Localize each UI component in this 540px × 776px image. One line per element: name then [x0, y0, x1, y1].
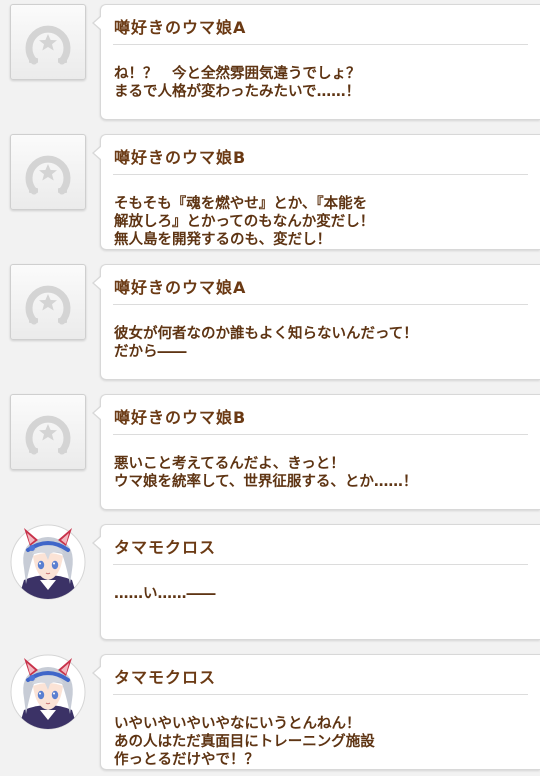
log-entry: タマモクロス ……い……―― [0, 520, 540, 640]
divider [113, 694, 528, 695]
divider [113, 304, 528, 305]
speaker-name: 噂好きのウマ娘A [114, 278, 247, 297]
dialogue-bubble[interactable]: 噂好きのウマ娘B 悪いこと考えてるんだよ、きっと！ ウマ娘を統率して、世界征服す… [92, 394, 540, 510]
divider [113, 44, 528, 45]
dialogue-text: 悪いこと考えてるんだよ、きっと！ ウマ娘を統率して、世界征服する、とか……！ [114, 456, 418, 490]
horseshoe-emblem-icon [25, 155, 71, 195]
speaker-name: タマモクロス [114, 668, 217, 687]
divider [113, 564, 528, 565]
speaker-name: 噂好きのウマ娘B [114, 408, 247, 427]
speaker-name: 噂好きのウマ娘B [114, 148, 247, 167]
speaker-name: 噂好きのウマ娘A [114, 18, 247, 37]
dialogue-bubble[interactable]: タマモクロス いやいやいやいやなにいうとんねん！ あの人はただ真面目にトレーニン… [92, 654, 540, 770]
speaker-avatar [10, 524, 86, 600]
divider [113, 174, 528, 175]
divider [113, 434, 528, 435]
dialogue-text: いやいやいやいやなにいうとんねん！ あの人はただ真面目にトレーニング施設 作っと… [114, 716, 375, 768]
dialogue-bubble[interactable]: 噂好きのウマ娘B そもそも『魂を燃やせ』とか、『本能を 解放しろ』とかってのもな… [92, 134, 540, 250]
speaker-avatar [10, 394, 86, 470]
speaker-avatar [10, 654, 86, 730]
speaker-avatar [10, 134, 86, 210]
dialogue-bubble[interactable]: 噂好きのウマ娘A ね！？ 今と全然雰囲気違うでしょ？ まるで人格が変わったみたい… [92, 4, 540, 120]
dialogue-bubble[interactable]: 噂好きのウマ娘A 彼女が何者なのか誰もよく知らないんだって！ だから―― [92, 264, 540, 380]
log-entry: 噂好きのウマ娘B そもそも『魂を燃やせ』とか、『本能を 解放しろ』とかってのもな… [0, 130, 540, 250]
dialogue-text: ……い……―― [114, 586, 216, 602]
speaker-avatar [10, 4, 86, 80]
horseshoe-emblem-icon [25, 285, 71, 325]
log-entry: タマモクロス いやいやいやいやなにいうとんねん！ あの人はただ真面目にトレーニン… [0, 650, 540, 770]
dialogue-text: そもそも『魂を燃やせ』とか、『本能を 解放しろ』とかってのもなんか変だし！ 無人… [114, 196, 375, 248]
dialogue-text: 彼女が何者なのか誰もよく知らないんだって！ だから―― [114, 326, 418, 360]
log-entry: 噂好きのウマ娘A 彼女が何者なのか誰もよく知らないんだって！ だから―― [0, 260, 540, 380]
speaker-name: タマモクロス [114, 538, 217, 557]
speaker-avatar [10, 264, 86, 340]
dialogue-text: ね！？ 今と全然雰囲気違うでしょ？ まるで人格が変わったみたいで……！ [114, 66, 361, 100]
horseshoe-emblem-icon [25, 25, 71, 65]
tamamo-cross-portrait-icon [10, 654, 86, 730]
log-entry: 噂好きのウマ娘B 悪いこと考えてるんだよ、きっと！ ウマ娘を統率して、世界征服す… [0, 390, 540, 510]
dialogue-bubble[interactable]: タマモクロス ……い……―― [92, 524, 540, 640]
tamamo-cross-portrait-icon [10, 524, 86, 600]
horseshoe-emblem-icon [25, 415, 71, 455]
log-entry: 噂好きのウマ娘A ね！？ 今と全然雰囲気違うでしょ？ まるで人格が変わったみたい… [0, 0, 540, 120]
